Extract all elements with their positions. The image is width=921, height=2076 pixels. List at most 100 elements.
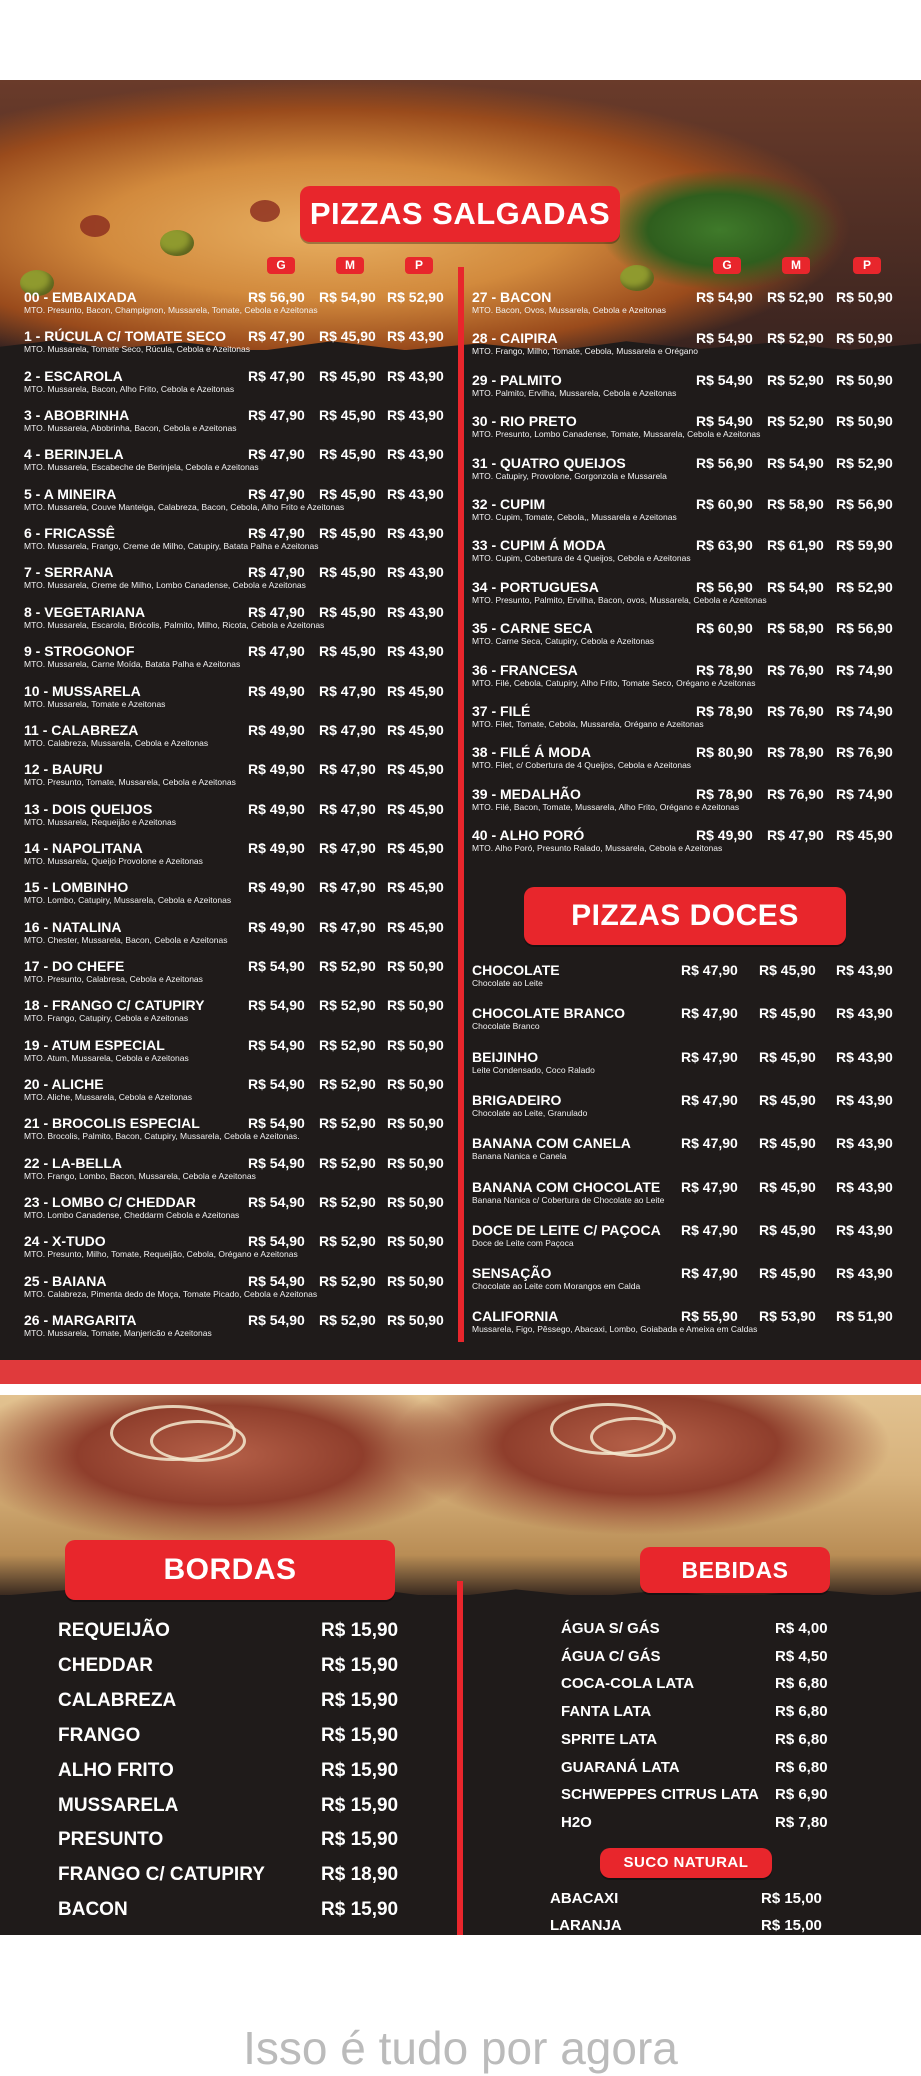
item-price: R$ 50,90: [387, 1036, 444, 1053]
item-price: R$ 63,90: [696, 537, 753, 554]
item-price: R$ 47,90: [319, 682, 376, 699]
item-price: R$ 54,90: [767, 454, 824, 471]
item-price: R$ 52,90: [767, 371, 824, 388]
item-price: R$ 52,90: [319, 1036, 376, 1053]
item-price: R$ 15,90: [321, 1724, 399, 1746]
item-price: R$ 55,90: [681, 1308, 738, 1325]
menu-item: 31 - QUATRO QUEIJOS MTO. Catupiry, Provol…: [472, 455, 667, 481]
item-price: R$ 51,90: [836, 1308, 893, 1325]
item-name: GUARANÁ LATA: [561, 1758, 680, 1776]
item-description: MTO. Mussarela, Bacon, Alho Frito, Cebol…: [24, 383, 235, 394]
item-description: MTO. Filé, Cebola, Catupiry, Alho Frito,…: [472, 677, 756, 688]
column-divider: [457, 1581, 463, 1935]
footer-message: Isso é tudo por agora: [243, 2022, 678, 2074]
item-price: R$ 61,90: [767, 537, 824, 554]
item-price: R$ 52,90: [836, 578, 893, 595]
item-name: BANANA COM CHOCOLATE: [472, 1178, 661, 1195]
item-price: R$ 52,90: [767, 413, 824, 430]
item-name: 20 - ALICHE: [24, 1076, 104, 1092]
menu-item: 11 - CALABREZA MTO. Calabreza, Mussarela,…: [24, 722, 208, 748]
item-price: R$ 45,90: [387, 879, 444, 896]
item-price: R$ 45,90: [387, 721, 444, 738]
item-name: H2O: [561, 1813, 592, 1831]
item-price: R$ 45,90: [319, 603, 376, 620]
item-price: R$ 52,90: [319, 1312, 376, 1329]
item-description: Chocolate Branco: [472, 1021, 540, 1032]
item-price: R$ 45,90: [387, 761, 444, 778]
item-price: R$ 54,90: [248, 957, 305, 974]
item-name: 17 - DO CHEFE: [24, 957, 125, 974]
item-price: R$ 58,90: [767, 620, 824, 637]
menu-item: 29 - PALMITO MTO. Palmito, Ervilha, Mussa…: [472, 372, 676, 398]
item-price: R$ 45,90: [759, 1091, 816, 1108]
size-label-g: G: [713, 257, 741, 274]
item-price: R$ 45,90: [319, 525, 376, 542]
item-price: R$ 43,90: [387, 525, 444, 542]
menu-item: BEIJINHO Leite Condensado, Coco Ralado: [472, 1049, 595, 1075]
item-description: Leite Condensado, Coco Ralado: [472, 1064, 595, 1075]
item-description: MTO. Mussarela, Escarola, Brócolis, Palm…: [24, 619, 325, 630]
item-price: R$ 54,90: [248, 1076, 305, 1092]
item-price: R$ 15,90: [321, 1620, 399, 1641]
menu-item: 35 - CARNE SECA MTO. Carne Seca, Catupiry…: [472, 620, 654, 646]
item-price: R$ 15,90: [321, 1829, 399, 1851]
item-price: R$ 53,90: [759, 1308, 816, 1325]
item-description: MTO. Mussarela, Tomate e Azeitonas: [24, 698, 166, 709]
item-price: R$ 47,90: [319, 721, 376, 738]
item-price: R$ 49,90: [248, 682, 305, 699]
item-name: BEIJINHO: [472, 1048, 539, 1065]
menu-item: 26 - MARGARITA MTO. Mussarela, Tomate, Ma…: [24, 1312, 212, 1338]
item-price: R$ 47,90: [681, 1221, 738, 1238]
item-price: R$ 76,90: [836, 744, 893, 761]
item-price: R$ 43,90: [836, 962, 893, 978]
menu-item: 10 - MUSSARELA MTO. Mussarela, Tomate e A…: [24, 683, 165, 709]
item-price: R$ 45,90: [759, 1221, 816, 1238]
item-description: MTO. Filet, Tomate, Cebola, Mussarela, O…: [472, 719, 704, 729]
menu-item: BRIGADEIRO Chocolate ao Leite, Granulado: [472, 1092, 587, 1118]
menu-panel-pizzas: PIZZAS SALGADAS G M P G M P 00 - EMBAIXA…: [0, 80, 921, 1362]
item-description: MTO. Presunto, Milho, Tomate, Requeijão,…: [24, 1249, 298, 1260]
item-price: R$ 45,90: [759, 1005, 816, 1022]
item-description: MTO. Filé, Bacon, Tomate, Mussarela, Alh…: [472, 801, 740, 812]
item-price: R$ 76,90: [767, 661, 824, 678]
item-name: 11 - CALABREZA: [24, 721, 139, 738]
menu-item: 3 - ABOBRINHA MTO. Mussarela, Abobrinha, …: [24, 407, 236, 433]
item-price: R$ 47,90: [681, 1265, 738, 1282]
item-price: R$ 58,90: [767, 496, 824, 512]
menu-item: BANANA COM CANELA Banana Nanica e Canela: [472, 1135, 631, 1161]
item-price: R$ 47,90: [248, 564, 305, 581]
item-price: R$ 6,80: [775, 1703, 828, 1721]
item-price: R$ 52,90: [319, 1233, 376, 1250]
item-price: R$ 50,90: [836, 330, 893, 347]
item-price: R$ 76,90: [767, 785, 824, 802]
item-description: MTO. Palmito, Ervilha, Mussarela, Cebola…: [472, 387, 677, 398]
item-name: 23 - LOMBO C/ CHEDDAR: [24, 1194, 196, 1211]
item-price: R$ 60,90: [696, 620, 753, 637]
item-description: MTO. Mussarela, Frango, Creme de Milho, …: [24, 541, 319, 552]
item-price: R$ 52,90: [836, 454, 893, 471]
item-price: R$ 45,90: [387, 800, 444, 817]
menu-panel-bordas-bebidas: BORDAS BEBIDAS REQUEIJÃO R$ 15,90 CHEDDAR R…: [0, 1395, 921, 1935]
item-price: R$ 15,00: [761, 1890, 822, 1907]
item-price: R$ 45,90: [319, 485, 376, 502]
size-label-g: G: [267, 257, 295, 274]
item-name: CHEDDAR: [58, 1654, 153, 1676]
item-price: R$ 47,90: [681, 1005, 738, 1022]
item-price: R$ 56,90: [836, 496, 893, 512]
item-price: R$ 45,90: [319, 564, 376, 581]
item-price: R$ 7,80: [775, 1813, 828, 1831]
item-price: R$ 54,90: [767, 578, 824, 595]
item-price: R$ 52,90: [319, 1272, 376, 1289]
item-price: R$ 49,90: [248, 800, 305, 817]
pepperoni-decoration: [250, 200, 280, 222]
item-price: R$ 43,90: [836, 1178, 893, 1195]
olive-decoration: [620, 265, 654, 291]
item-price: R$ 74,90: [836, 785, 893, 802]
title-pizzas-doces: PIZZAS DOCES: [524, 887, 846, 945]
item-price: R$ 15,90: [321, 1689, 399, 1711]
item-price: R$ 52,90: [387, 289, 444, 305]
item-price: R$ 43,90: [387, 367, 444, 384]
item-price: R$ 45,90: [759, 1135, 816, 1152]
item-price: R$ 47,90: [248, 485, 305, 502]
item-description: MTO. Mussarela, Tomate, Manjericão e Aze…: [24, 1328, 212, 1339]
